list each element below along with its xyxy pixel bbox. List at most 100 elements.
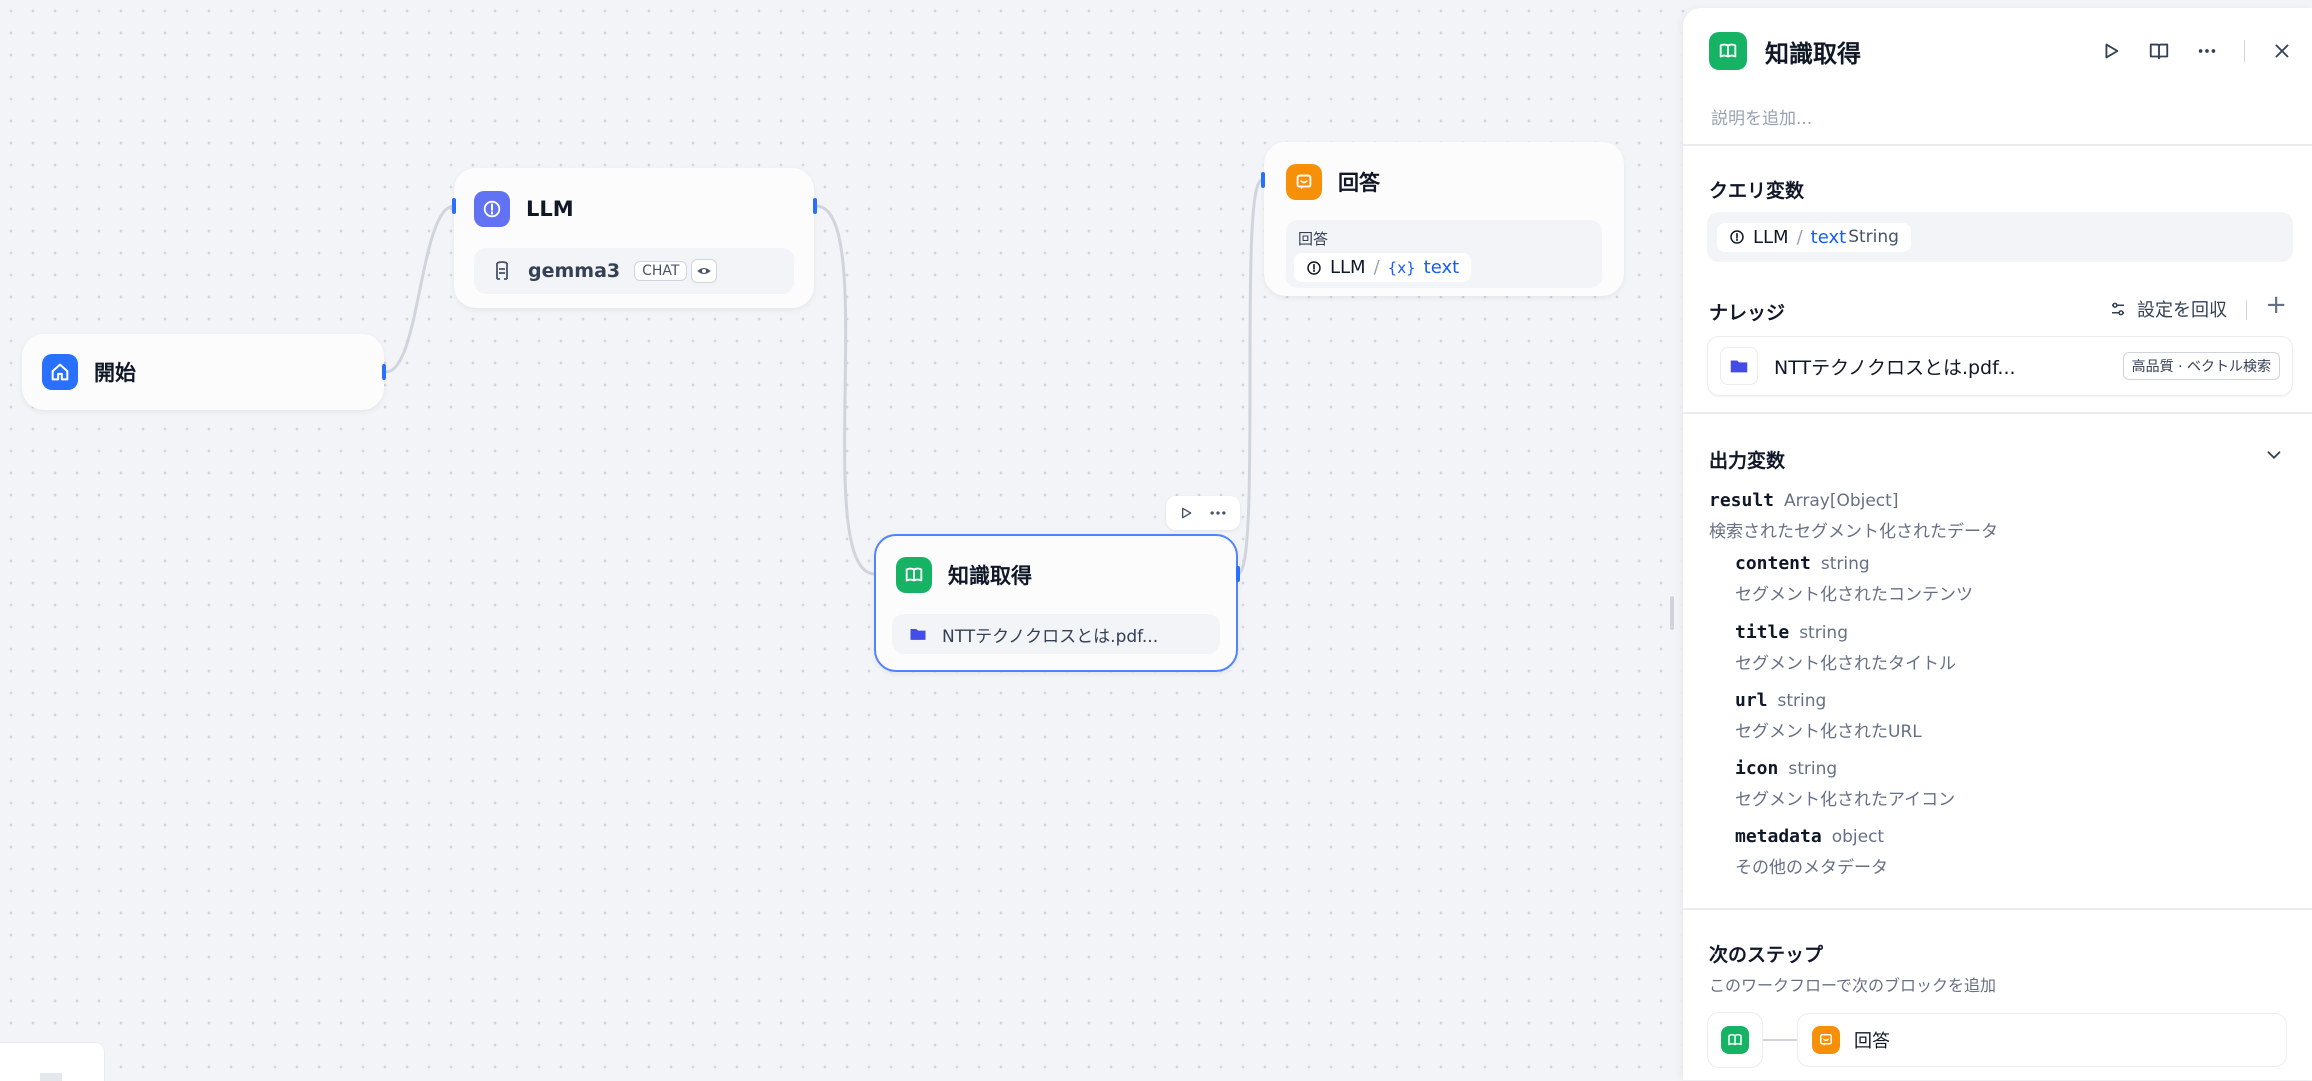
panel-title[interactable]: 知識取得 [1765, 34, 1861, 69]
eye-icon [691, 259, 718, 283]
var-name: result [1709, 490, 1775, 511]
folder-icon [908, 624, 928, 644]
folder-icon [1720, 347, 1758, 385]
knowledge-item-tag: 高品質 · ベクトル検索 [2122, 352, 2280, 380]
llm-mode-tag: CHAT [634, 261, 688, 281]
query-var-source: LLM [1753, 226, 1789, 248]
var-type: string [1777, 691, 1827, 711]
var-name: icon [1735, 758, 1779, 779]
play-icon[interactable] [2100, 40, 2122, 62]
chevron-down-icon[interactable] [2263, 444, 2285, 466]
knowledge-node-toolbar [1166, 496, 1240, 530]
next-step-source [1707, 1012, 1763, 1068]
path-separator: / [1373, 257, 1380, 278]
split-view-icon[interactable] [2148, 40, 2170, 62]
answer-content-box: 回答 LLM / {x} text [1286, 220, 1602, 288]
path-separator: / [1796, 226, 1803, 248]
divider [1683, 908, 2312, 910]
knowledge-item[interactable]: NTTテクノクロスとは.pdf... 高品質 · ベクトル検索 [1707, 336, 2293, 396]
var-desc: その他のメタデータ [1735, 858, 1888, 878]
book-icon [896, 557, 932, 593]
edge-llm-knowledge [815, 204, 876, 576]
var-desc: セグメント化されたコンテンツ [1735, 585, 1973, 605]
output-var-title: title string セグメント化されたタイトル [1735, 622, 1956, 674]
node-settings-panel: 知識取得 説明を追加... クエリ変数 LLM / text String ナレ… [1682, 8, 2312, 1080]
more-icon[interactable] [1208, 503, 1228, 523]
var-type: string [1799, 623, 1848, 643]
action-divider [2243, 40, 2245, 62]
llm-node[interactable]: LLM gemma3 CHAT [454, 168, 814, 308]
answer-field-label: 回答 [1298, 230, 1329, 248]
next-step-connector [1763, 1039, 1797, 1041]
next-step-title: 次のステップ [1709, 944, 1824, 966]
description-input[interactable]: 説明を追加... [1711, 104, 1812, 129]
var-desc: セグメント化されたタイトル [1735, 654, 1956, 674]
knowledge-kb-chip[interactable]: NTTテクノクロスとは.pdf... [892, 614, 1220, 654]
var-type: string [1788, 759, 1838, 779]
answer-var-source: LLM [1330, 257, 1366, 278]
knowledge-node-title: 知識取得 [948, 564, 1032, 588]
llm-model-chip[interactable]: gemma3 CHAT [474, 248, 794, 294]
minimap[interactable] [0, 1042, 105, 1081]
var-desc: セグメント化されたアイコン [1735, 790, 1956, 810]
divider [1683, 412, 2312, 414]
divider [1683, 144, 2312, 146]
llm-icon [1306, 260, 1322, 276]
play-icon[interactable] [1178, 505, 1194, 521]
knowledge-output-handle[interactable] [1236, 566, 1240, 582]
edge-start-llm [385, 204, 455, 374]
var-type: string [1820, 554, 1870, 574]
output-var-icon: icon string セグメント化されたアイコン [1735, 758, 1955, 810]
recall-settings-button[interactable]: 設定を回収 [2109, 296, 2227, 322]
answer-variable-pill[interactable]: LLM / {x} text [1294, 253, 1472, 282]
knowledge-item-name: NTTテクノクロスとは.pdf... [1774, 356, 2016, 379]
close-icon[interactable] [2271, 40, 2293, 62]
knowledge-kb-name: NTTテクノクロスとは.pdf... [942, 626, 1159, 647]
home-icon [42, 354, 78, 390]
answer-icon [1286, 164, 1322, 200]
query-var-name: text [1810, 226, 1847, 248]
answer-input-handle[interactable] [1261, 172, 1265, 188]
settings-icon [2109, 300, 2127, 318]
llm-icon [474, 191, 510, 227]
variable-icon: {x} [1387, 258, 1416, 277]
var-name: title [1735, 622, 1790, 643]
book-icon [1721, 1026, 1749, 1054]
model-icon [490, 259, 514, 283]
llm-icon [1729, 229, 1745, 245]
start-node[interactable]: 開始 [22, 334, 384, 410]
knowledge-node[interactable]: 知識取得 NTTテクノクロスとは.pdf... [874, 534, 1238, 672]
book-icon [1709, 32, 1747, 70]
output-var-content: content string セグメント化されたコンテンツ [1735, 553, 1973, 605]
query-var-type: String [1848, 227, 1899, 247]
start-output-handle[interactable] [382, 364, 386, 380]
output-var-metadata: metadata object その他のメタデータ [1735, 826, 1888, 878]
next-step-desc: このワークフローで次のブロックを追加 [1709, 976, 1997, 995]
edge-knowledge-answer [1236, 178, 1264, 576]
panel-resize-handle[interactable] [1670, 596, 1674, 630]
llm-model-name: gemma3 [528, 260, 621, 282]
llm-node-title: LLM [526, 197, 574, 221]
start-node-title: 開始 [94, 361, 136, 385]
add-knowledge-button[interactable]: + [2265, 290, 2287, 320]
query-variable-box[interactable]: LLM / text String [1707, 212, 2293, 262]
knowledge-section-title: ナレッジ [1709, 302, 1786, 324]
var-type: Array[Object] [1784, 491, 1899, 511]
output-var-url: url string セグメント化されたURL [1735, 690, 1922, 742]
answer-var-name: text [1423, 257, 1460, 278]
query-variable-pill: LLM / text String [1717, 222, 1911, 252]
query-section-title: クエリ変数 [1709, 180, 1805, 202]
llm-output-handle[interactable] [813, 198, 817, 214]
more-icon[interactable] [2196, 40, 2218, 62]
answer-node-title: 回答 [1338, 171, 1380, 195]
answer-icon [1812, 1026, 1840, 1054]
output-section-title[interactable]: 出力変数 [1709, 446, 1785, 473]
panel-header: 知識取得 [1709, 32, 1861, 70]
next-step-target[interactable]: 回答 [1797, 1013, 2287, 1067]
var-name: metadata [1735, 826, 1822, 847]
action-divider [2245, 300, 2247, 320]
answer-node[interactable]: 回答 回答 LLM / {x} text [1264, 142, 1624, 296]
recall-settings-label: 設定を回収 [2137, 300, 2227, 321]
llm-input-handle[interactable] [452, 198, 456, 214]
var-type: object [1831, 827, 1885, 847]
